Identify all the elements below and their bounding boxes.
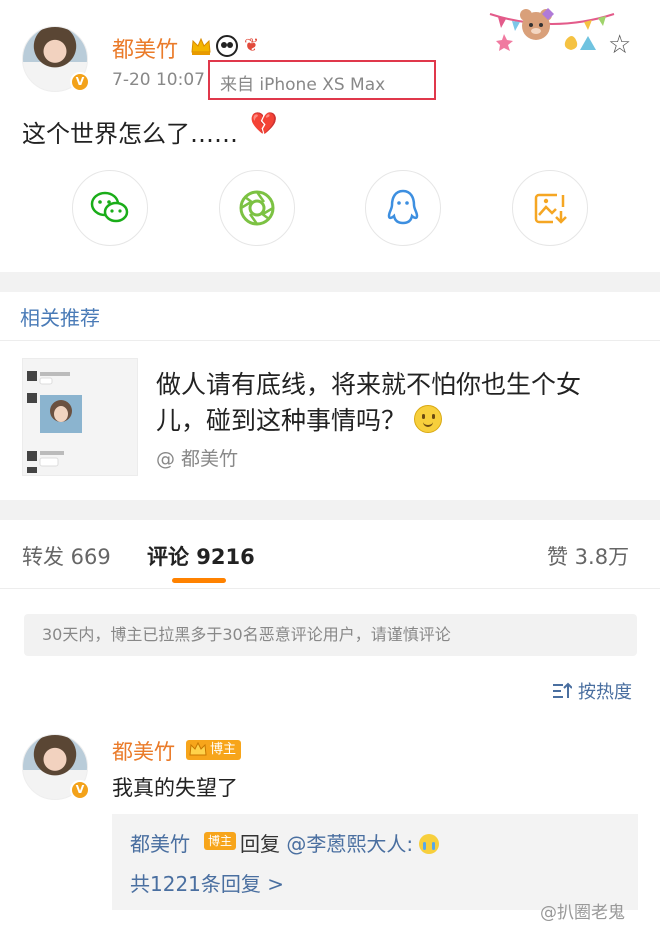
recommend-text-line2-wrap[interactable]: 儿，碰到这种事情吗？ <box>156 400 442 442</box>
qq-icon <box>387 189 419 225</box>
star-icon[interactable]: ☆ <box>608 30 631 60</box>
comment-text: 我真的失望了 <box>112 776 238 800</box>
bow-icon: ❦ <box>244 35 260 56</box>
reply-username[interactable]: 都美竹 <box>130 828 190 857</box>
divider <box>0 340 660 341</box>
reply-host-badge: 博主 <box>204 832 237 850</box>
recommend-thumbnail[interactable] <box>22 358 138 476</box>
comment-notice: 30天内，博主已拉黑多于30名恶意评论用户，请谨慎评论 <box>24 614 637 656</box>
reply-text: 回复 @李蒽熙大人: <box>240 828 440 857</box>
crown-icon <box>191 37 211 55</box>
verified-badge: V <box>70 780 90 800</box>
more-replies-link[interactable]: 共1221条回复 > <box>130 868 284 897</box>
recommend-author[interactable]: @ 都美竹 <box>156 444 238 471</box>
crown-icon <box>189 741 207 756</box>
garland-sticker-icon <box>489 8 615 51</box>
comment-username[interactable]: 都美竹 <box>112 736 175 766</box>
post-source: 来自 iPhone XS Max <box>220 75 386 95</box>
panda-icon <box>216 35 238 57</box>
tab-likes[interactable]: 赞 3.8万 <box>547 541 629 571</box>
watermark: @扒圈老鬼 <box>540 903 625 923</box>
moments-icon <box>239 190 275 226</box>
save-image-button[interactable] <box>512 170 588 246</box>
post-username[interactable]: 都美竹 <box>112 32 178 64</box>
save-image-icon <box>534 193 567 224</box>
broken-heart-icon: 💔 <box>250 112 278 137</box>
reply-prefix: 回复 <box>240 832 280 856</box>
post-text: 这个世界怎么了…… <box>22 120 238 148</box>
wechat-icon <box>90 191 129 223</box>
sort-button[interactable]: 按热度 <box>552 678 632 704</box>
related-title: 相关推荐 <box>20 306 100 330</box>
tab-repost[interactable]: 转发 669 <box>22 541 111 571</box>
host-badge-label: 博主 <box>210 742 237 757</box>
share-moments-button[interactable] <box>219 170 295 246</box>
section-divider <box>0 272 660 292</box>
sort-icon <box>553 682 572 698</box>
chat-screenshot-icon <box>23 359 137 475</box>
tab-comments[interactable]: 评论 9216 <box>147 541 255 571</box>
reply-mention[interactable]: @李蒽熙大人: <box>286 832 413 856</box>
post-time: 7-20 10:07 <box>112 70 205 90</box>
verified-badge: V <box>70 72 90 92</box>
section-divider <box>0 500 660 520</box>
tab-active-indicator <box>172 578 226 583</box>
divider <box>0 588 660 589</box>
smile-emoji-icon <box>413 405 442 433</box>
recommend-text-line2: 儿，碰到这种事情吗？ <box>156 406 407 435</box>
host-badge: 博主 <box>186 740 242 760</box>
share-qq-button[interactable] <box>365 170 441 246</box>
share-wechat-button[interactable] <box>72 170 148 246</box>
sort-label: 按热度 <box>578 682 632 703</box>
crying-emoji-icon <box>419 834 440 854</box>
